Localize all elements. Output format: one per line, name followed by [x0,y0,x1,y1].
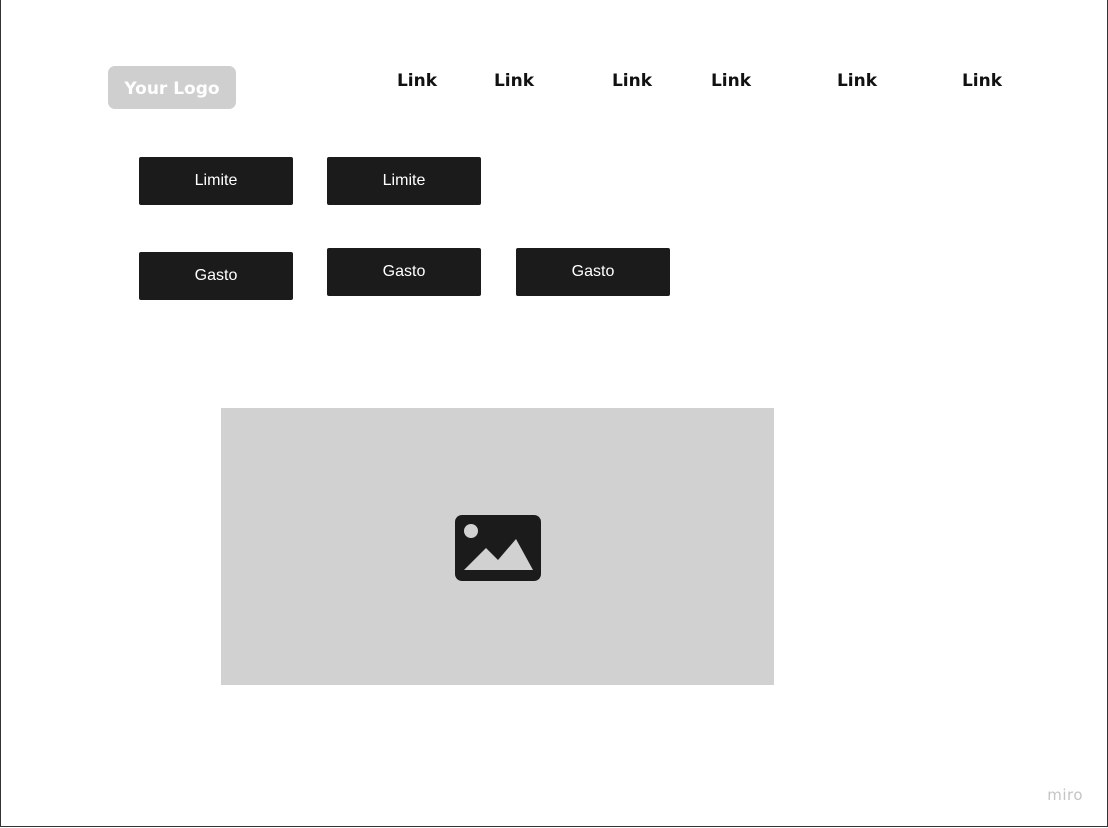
nav-link-1[interactable]: Link [397,70,437,92]
image-icon [455,515,541,581]
limite-button-1[interactable]: Limite [139,157,293,205]
miro-watermark: miro [1047,786,1083,804]
image-placeholder [221,408,774,685]
nav-link-5[interactable]: Link [837,70,877,92]
nav-link-2[interactable]: Link [494,70,534,92]
logo[interactable]: Your Logo [108,66,236,109]
nav-link-3[interactable]: Link [612,70,652,92]
gasto-button-3[interactable]: Gasto [516,248,670,296]
gasto-button-2[interactable]: Gasto [327,248,481,296]
nav-link-6[interactable]: Link [962,70,1002,92]
limite-button-2[interactable]: Limite [327,157,481,205]
nav-link-4[interactable]: Link [711,70,751,92]
gasto-button-1[interactable]: Gasto [139,252,293,300]
page-frame: Your Logo Link Link Link Link Link Link … [0,0,1108,827]
